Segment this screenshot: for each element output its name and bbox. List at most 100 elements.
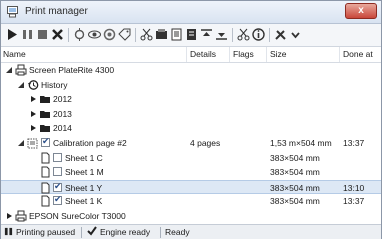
row-checkbox[interactable]	[53, 167, 62, 177]
row-size: 383×504 mm	[270, 196, 320, 207]
column-divider[interactable]	[229, 47, 230, 62]
status-ready: Ready	[165, 227, 190, 237]
folder-row[interactable]: 2012	[1, 92, 381, 107]
sheet-icon	[39, 195, 51, 207]
folder-icon	[39, 93, 51, 105]
row-name: Calibration page #2	[53, 138, 127, 148]
folder-icon	[39, 108, 51, 120]
title-bar: Print manager x	[1, 1, 381, 24]
filter-icon[interactable]	[72, 27, 87, 42]
more-icon[interactable]	[288, 27, 303, 42]
history-icon	[27, 79, 39, 91]
status-divider	[81, 227, 82, 238]
row-name: EPSON SureColor T3000	[29, 211, 126, 221]
print-manager-window: Print manager x Name Details Flags Size	[0, 0, 382, 239]
job-icon	[27, 137, 39, 149]
expand-arrow-icon[interactable]	[5, 212, 13, 220]
status-paused: Printing paused	[16, 227, 76, 237]
job-tree: Screen PlateRite 4300 History 2012 2013 2014…	[1, 63, 381, 224]
folder-row[interactable]: 2014	[1, 121, 381, 136]
row-checkbox[interactable]	[53, 181, 62, 192]
pause-status-icon	[4, 227, 13, 238]
row-checkbox[interactable]	[41, 136, 50, 147]
row-size: 383×504 mm	[270, 152, 320, 163]
folder-row[interactable]: 2013	[1, 107, 381, 122]
row-name: Screen PlateRite 4300	[29, 65, 115, 75]
row-name: Sheet 1 Y	[65, 182, 103, 193]
printer-icon	[15, 210, 27, 222]
row-done-at: 13:37	[343, 138, 365, 148]
close-button[interactable]: x	[345, 3, 377, 19]
sheet-icon	[39, 166, 51, 178]
status-bar: Printing paused Engine ready Ready	[1, 224, 381, 239]
layout-icon[interactable]	[154, 27, 169, 42]
tag-icon[interactable]	[117, 27, 132, 42]
stop-icon[interactable]	[35, 27, 50, 42]
column-done-at[interactable]: Done at	[343, 49, 373, 59]
info-icon[interactable]	[251, 27, 266, 42]
printer-row[interactable]: EPSON SureColor T3000	[1, 209, 381, 224]
row-done-at: 13:10	[343, 182, 365, 193]
align-top-icon[interactable]	[199, 27, 214, 42]
row-name: 2012	[53, 94, 72, 105]
export-icon[interactable]	[184, 27, 199, 42]
row-done-at: 13:37	[343, 196, 365, 207]
collapse-arrow-icon[interactable]	[17, 81, 25, 89]
sheet-row[interactable]: Sheet 1 Y 383×504 mm 13:10	[1, 179, 381, 195]
view-icon[interactable]	[87, 27, 102, 42]
collapse-arrow-icon[interactable]	[5, 66, 13, 74]
row-name: History	[41, 79, 68, 90]
tools-icon[interactable]	[273, 27, 288, 42]
status-engine: Engine ready	[100, 227, 151, 237]
window-title: Print manager	[25, 6, 88, 17]
column-name[interactable]: Name	[3, 49, 26, 59]
row-size: 1,53 m×504 mm	[270, 138, 332, 148]
column-divider[interactable]	[186, 47, 187, 62]
printer-icon	[15, 64, 27, 76]
check-icon	[87, 226, 97, 238]
scissors-icon[interactable]	[236, 27, 251, 42]
sheet-row[interactable]: Sheet 1 M 383×504 mm	[1, 165, 381, 180]
history-row[interactable]: History	[1, 78, 381, 93]
row-details: 4 pages	[190, 138, 221, 148]
cut-icon[interactable]	[139, 27, 154, 42]
toolbar-separator	[269, 28, 270, 42]
row-name: Sheet 1 K	[65, 196, 103, 207]
align-bottom-icon[interactable]	[214, 27, 229, 42]
expand-arrow-icon[interactable]	[29, 95, 37, 103]
row-size: 383×504 mm	[270, 167, 320, 178]
row-name: 2014	[53, 123, 72, 134]
page-icon[interactable]	[169, 27, 184, 42]
settings-icon[interactable]	[102, 27, 117, 42]
collapse-arrow-icon[interactable]	[17, 139, 25, 147]
pause-icon[interactable]	[20, 27, 35, 42]
row-name: 2013	[53, 108, 72, 119]
play-icon[interactable]	[5, 27, 20, 42]
column-header: Name Details Flags Size Done at	[1, 47, 381, 63]
sheet-row[interactable]: Sheet 1 C 383×504 mm	[1, 151, 381, 166]
row-name: Sheet 1 C	[65, 152, 103, 163]
row-size: 383×504 mm	[270, 182, 320, 193]
sheet-row[interactable]: Sheet 1 K 383×504 mm 13:37	[1, 194, 381, 209]
folder-icon	[39, 122, 51, 134]
column-divider[interactable]	[339, 47, 340, 62]
sheet-icon	[39, 182, 51, 194]
status-divider	[160, 227, 161, 238]
expand-arrow-icon[interactable]	[29, 124, 37, 132]
row-checkbox[interactable]	[53, 194, 62, 206]
toolbar-separator	[68, 28, 69, 42]
toolbar	[1, 24, 381, 47]
toolbar-separator	[135, 28, 136, 42]
column-divider[interactable]	[266, 47, 267, 62]
printer-icon	[6, 5, 19, 18]
delete-icon[interactable]	[50, 27, 65, 42]
expand-arrow-icon[interactable]	[29, 110, 37, 118]
row-checkbox[interactable]	[53, 152, 62, 162]
column-details[interactable]: Details	[190, 49, 216, 59]
job-row[interactable]: Calibration page #2 4 pages 1,53 m×504 mm 1…	[1, 136, 381, 151]
row-name: Sheet 1 M	[65, 167, 104, 178]
column-size[interactable]: Size	[270, 49, 287, 59]
toolbar-separator	[232, 28, 233, 42]
column-flags[interactable]: Flags	[233, 49, 254, 59]
printer-row[interactable]: Screen PlateRite 4300	[1, 63, 381, 78]
